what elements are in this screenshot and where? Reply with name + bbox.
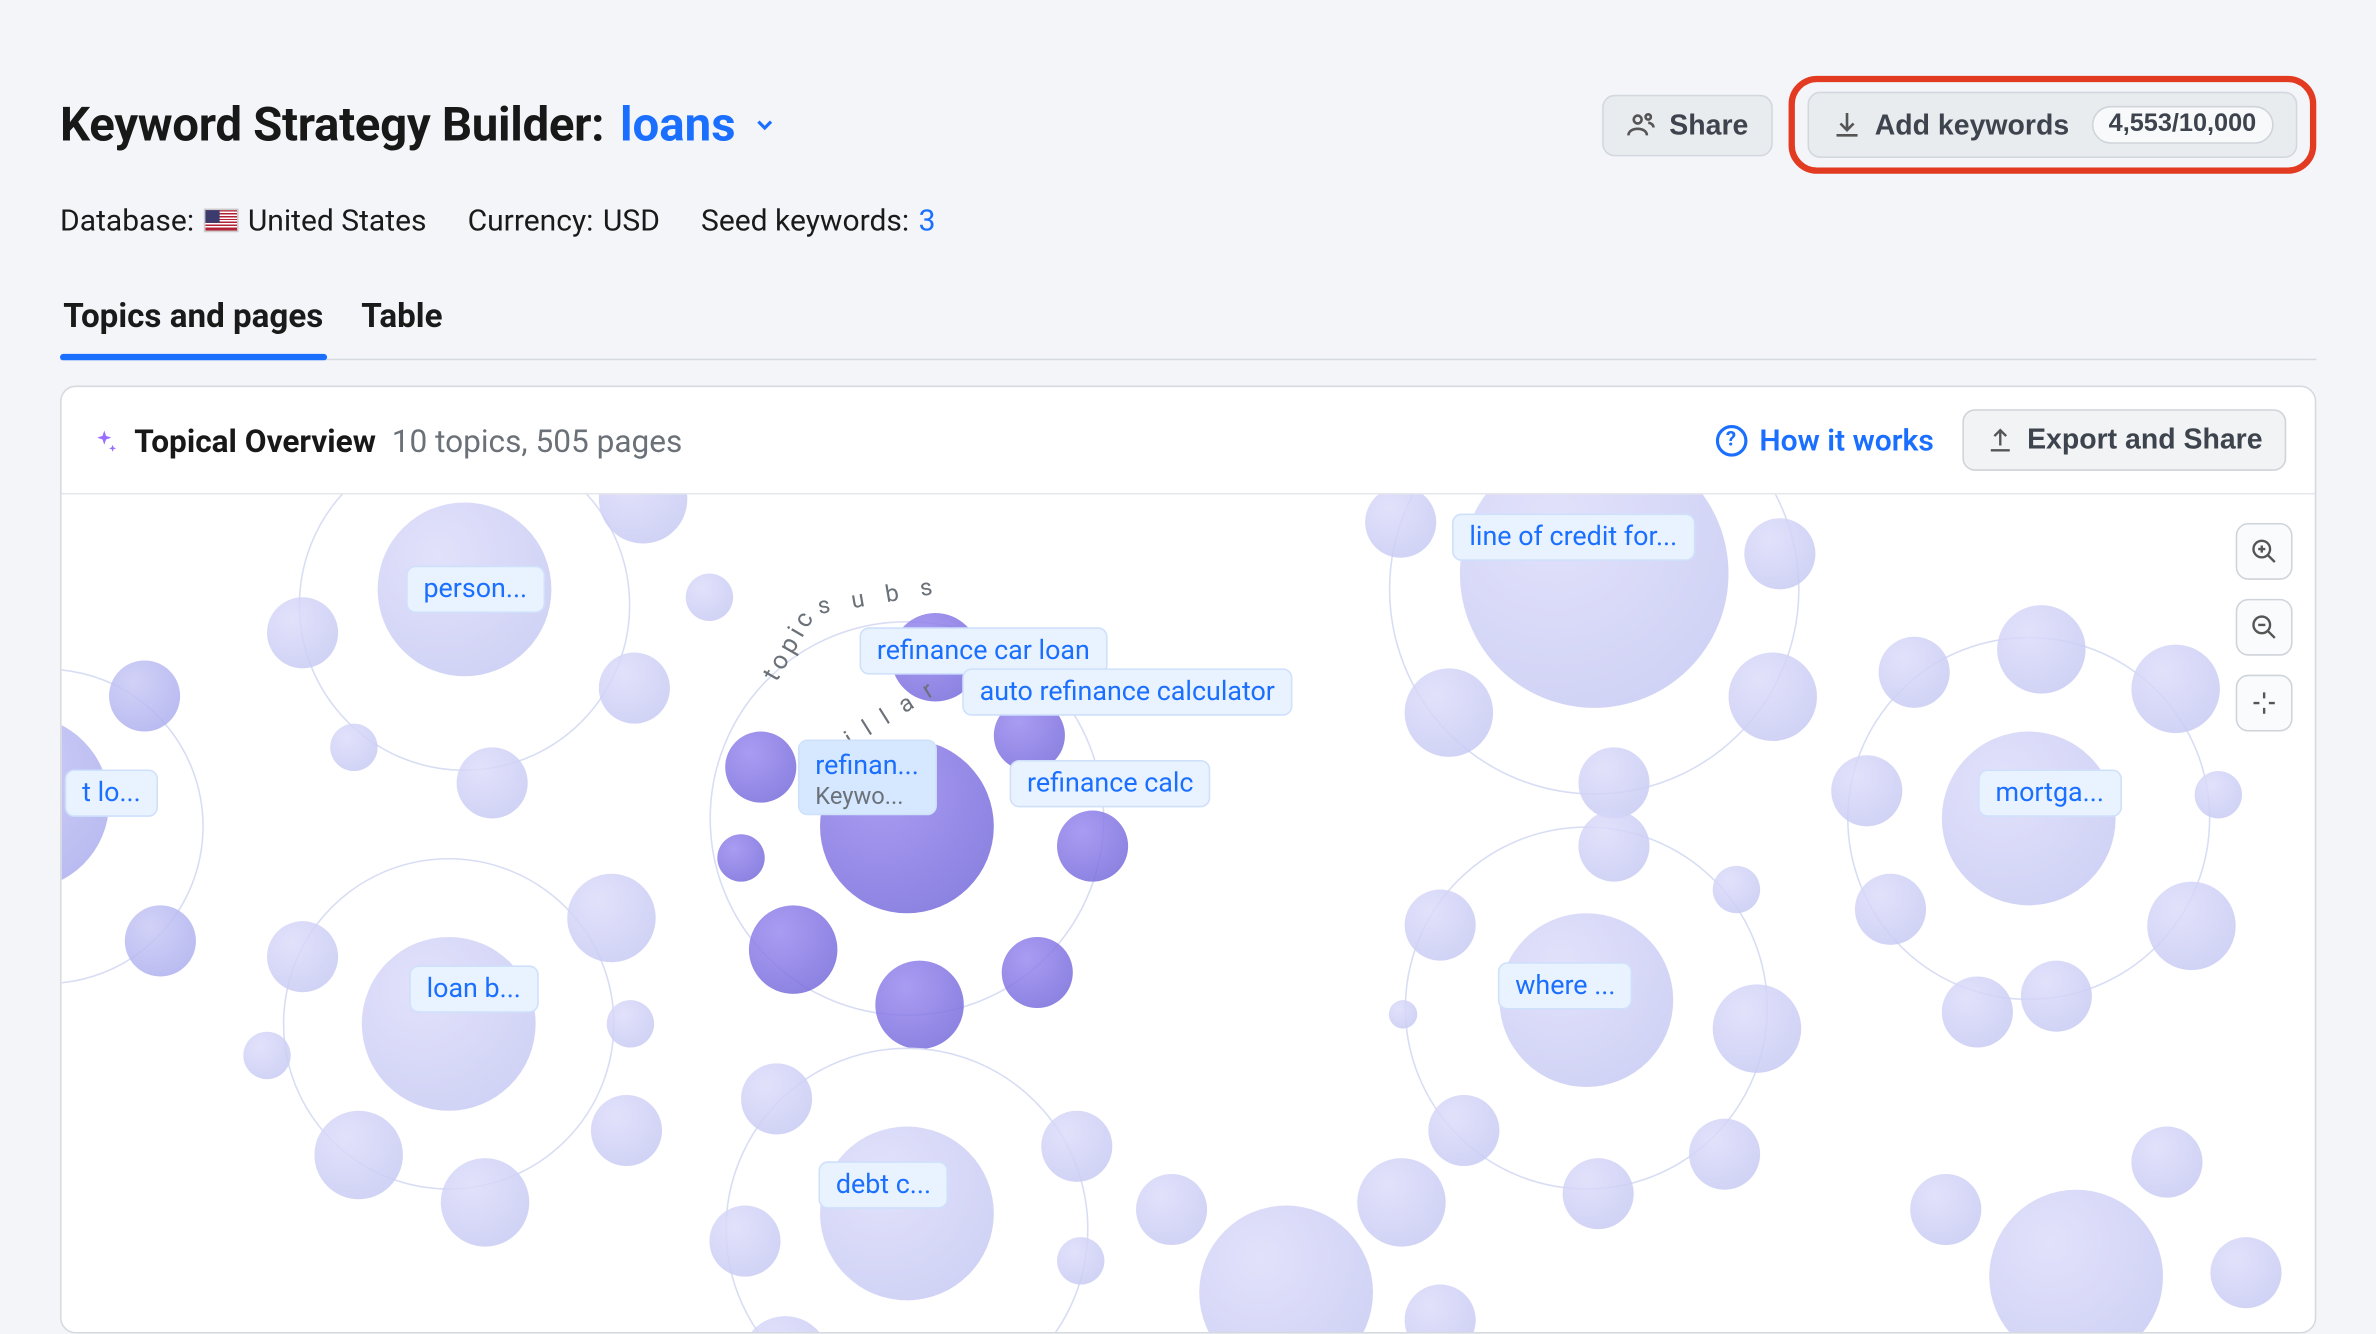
download-icon [1831,109,1863,141]
tabs: Topics and pages Table [60,283,2316,360]
people-icon [1625,109,1657,141]
title-keyword-link[interactable]: loans [620,97,736,152]
panel-subtitle: 10 topics, 505 pages [392,421,683,459]
title-prefix: Keyword Strategy Builder: [60,97,604,152]
topic-tag[interactable]: loan b... [409,965,538,1012]
tab-topics-and-pages[interactable]: Topics and pages [60,283,326,359]
topic-tag-selected[interactable]: refinan... Keywo... [798,739,936,815]
add-keywords-highlight: Add keywords 4,553/10,000 [1788,76,2316,174]
seed-count-link[interactable]: 3 [919,202,936,238]
page-title: Keyword Strategy Builder: loans [60,97,777,152]
upload-icon [1986,426,2014,454]
topic-tag[interactable]: t lo... [65,769,158,816]
share-button[interactable]: Share [1601,94,1772,156]
recenter-button[interactable] [2236,675,2293,732]
currency-meta: Currency: USD [468,202,660,238]
zoom-in-button[interactable] [2236,523,2293,580]
chevron-down-icon[interactable] [751,112,776,137]
topic-tag[interactable]: debt c... [818,1161,948,1208]
topic-tag[interactable]: refinance calc [1010,760,1211,807]
topic-tag[interactable]: where ... [1498,962,1633,1009]
add-keywords-label: Add keywords [1875,108,2069,141]
tab-table[interactable]: Table [358,283,446,359]
question-icon: ? [1715,424,1747,456]
zoom-out-button[interactable] [2236,599,2293,656]
how-it-works-link[interactable]: ? How it works [1715,422,1934,458]
topic-tag[interactable]: line of credit for... [1452,514,1695,561]
seed-meta: Seed keywords: 3 [701,202,936,238]
us-flag-icon [204,209,239,233]
topical-viz[interactable]: t lo... person... [62,495,2315,1332]
panel-title: Topical Overview [134,421,376,459]
export-and-share-button[interactable]: Export and Share [1962,409,2286,471]
keyword-count-pill: 4,553/10,000 [2091,106,2273,144]
add-keywords-button[interactable]: Add keywords 4,553/10,000 [1807,92,2298,158]
curved-label-subs: s u b s [815,571,942,621]
database-meta: Database: United States [60,202,426,238]
topical-overview-panel: Topical Overview 10 topics, 505 pages ? … [60,386,2316,1334]
share-label: Share [1669,108,1748,141]
topic-tag[interactable]: mortga... [1978,769,2121,816]
topic-tag[interactable]: auto refinance calculator [962,668,1292,715]
sparkle-icon [90,426,118,454]
meta-row: Database: United States Currency: USD Se… [60,202,2316,238]
topic-tag[interactable]: person... [406,566,544,613]
